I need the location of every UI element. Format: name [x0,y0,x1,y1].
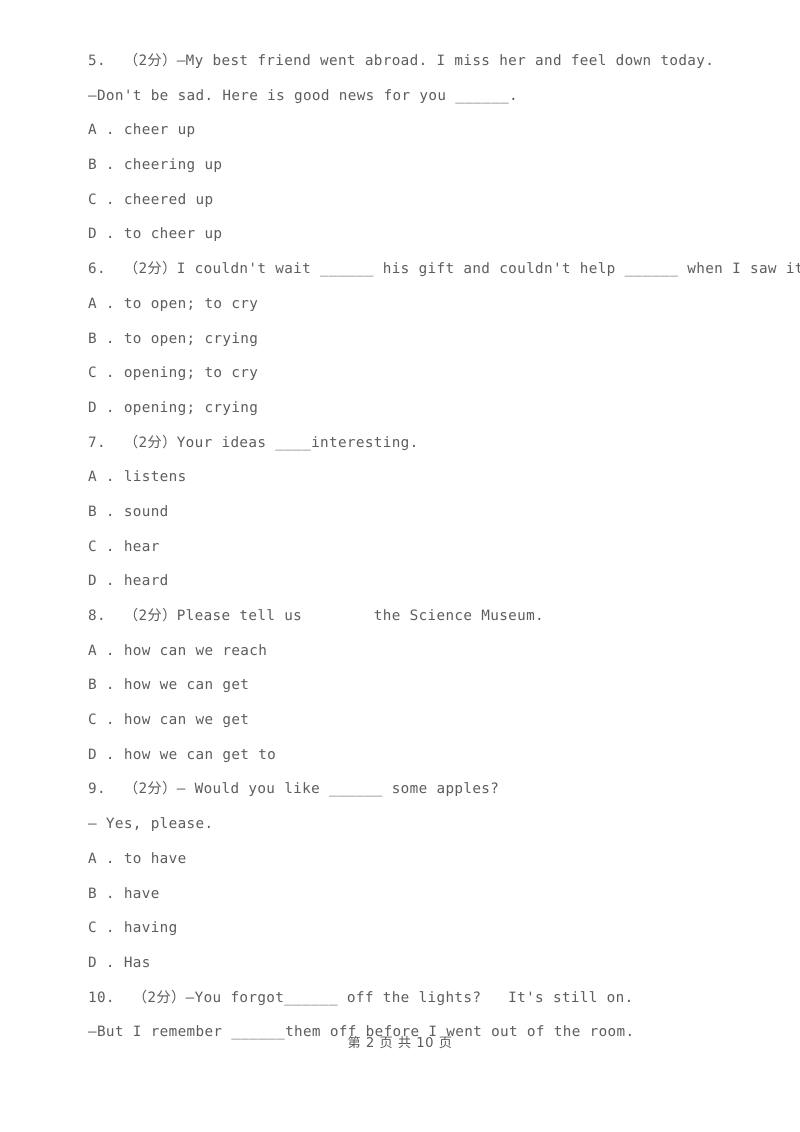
question-8-option-a[interactable]: A . how can we reach [88,634,748,669]
question-8-option-d[interactable]: D . how we can get to [88,738,748,773]
exam-page: 5. （2分）—My best friend went abroad. I mi… [0,0,800,1132]
question-5-option-a[interactable]: A . cheer up [88,113,748,148]
question-6-stem: 6. （2分）I couldn't wait ______ his gift a… [88,261,800,278]
question-5-option-c[interactable]: C . cheered up [88,183,748,218]
question-7-option-c[interactable]: C . hear [88,530,748,565]
question-8-stem: 8. （2分）Please tell us the Science Museum… [88,608,544,624]
question-9-stem: 9. （2分）— Would you like ______ some appl… [88,781,500,798]
question-7-stem: 7. （2分）Your ideas ____interesting. [88,434,419,451]
question-9-option-b[interactable]: B . have [88,877,748,912]
question-5-stem: 5. （2分）—My best friend went abroad. I mi… [88,53,715,69]
question-6-option-d[interactable]: D . opening; crying [88,391,748,426]
question-8-option-c[interactable]: C . how can we get [88,703,748,738]
question-5-option-d[interactable]: D . to cheer up [88,217,748,252]
question-7-option-d[interactable]: D . heard [88,564,748,599]
question-6-option-a[interactable]: A . to open; to cry [88,287,748,322]
question-7-option-a[interactable]: A . listens [88,460,748,495]
question-8-option-b[interactable]: B . how we can get [88,668,748,703]
question-list: 5. （2分）—My best friend went abroad. I mi… [88,44,800,1050]
question-6-option-b[interactable]: B . to open; crying [88,322,748,357]
question-6-option-c[interactable]: C . opening; to cry [88,356,748,391]
page-footer: 第 2 页 共 10 页 [347,1036,453,1051]
question-9-option-a[interactable]: A . to have [88,842,748,877]
question-5-option-b[interactable]: B . cheering up [88,148,748,183]
question-9-option-c[interactable]: C . having [88,911,748,946]
question-9-option-d[interactable]: D . Has [88,946,748,981]
question-10-stem: 10. （2分）—You forgot______ off the lights… [88,989,634,1006]
question-9-stem-continued: — Yes, please. [88,816,214,833]
question-7-option-b[interactable]: B . sound [88,495,748,530]
question-5-stem-continued: —Don't be sad. Here is good news for you… [88,87,518,104]
